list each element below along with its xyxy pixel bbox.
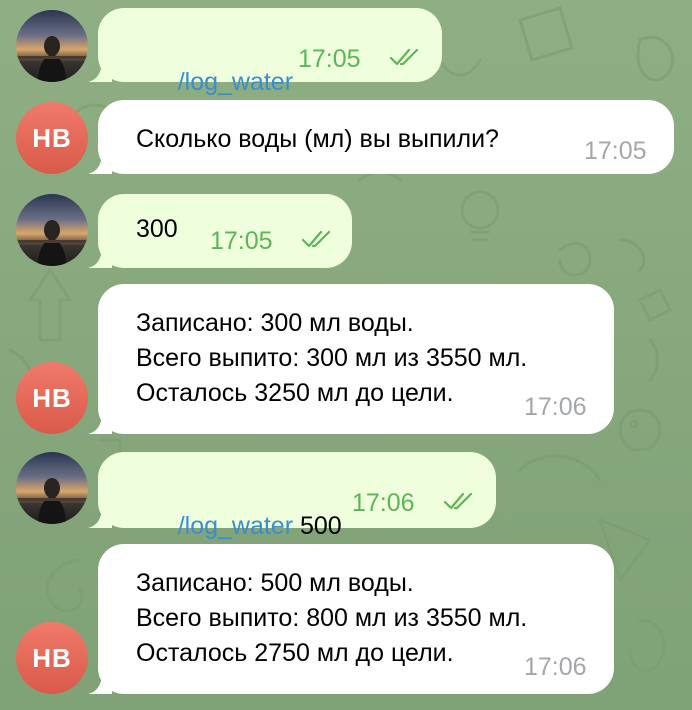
message-line: Записано: 500 мл воды.	[136, 569, 414, 597]
message-line: Осталось 3250 мл до цели.	[136, 379, 454, 407]
outgoing-message[interactable]: /log_water 17:05	[88, 8, 442, 96]
message-time: 17:06	[524, 653, 587, 681]
message-line: Всего выпито: 300 мл из 3550 мл.	[136, 344, 528, 372]
bubble-tail	[88, 412, 112, 434]
message-text: 300	[136, 215, 178, 243]
message-time: 17:06	[524, 393, 587, 421]
message-line: Записано: 300 мл воды.	[136, 309, 414, 337]
message-time: 17:05	[298, 45, 361, 73]
user-avatar[interactable]	[16, 194, 88, 266]
incoming-message[interactable]: Записано: 300 мл воды. Всего выпито: 300…	[88, 284, 614, 434]
bubble-tail	[88, 60, 112, 82]
incoming-message[interactable]: Записано: 500 мл воды. Всего выпито: 800…	[88, 544, 614, 694]
outgoing-message[interactable]: /log_water 500 17:06	[88, 452, 496, 540]
bubble-tail	[88, 246, 112, 268]
bubble-tail	[88, 152, 112, 174]
outgoing-message[interactable]: 300 17:05	[88, 194, 352, 268]
message-time: 17:05	[210, 227, 273, 255]
double-check-icon	[444, 492, 473, 510]
user-avatar[interactable]	[16, 10, 88, 82]
message-time: 17:05	[584, 137, 647, 165]
bot-avatar[interactable]: НВ	[16, 622, 88, 694]
message-line: Всего выпито: 800 мл из 3550 мл.	[136, 604, 528, 632]
message-line: Осталось 2750 мл до цели.	[136, 639, 454, 667]
message-text: Сколько воды (мл) вы выпили?	[136, 125, 499, 153]
bot-command-link[interactable]: /log_water	[178, 512, 293, 540]
incoming-message[interactable]: Сколько воды (мл) вы выпили? 17:05	[88, 100, 674, 174]
bot-command-link[interactable]: /log_water	[178, 68, 293, 96]
bubble-tail	[88, 506, 112, 528]
bubble-tail	[88, 672, 112, 694]
double-check-icon	[390, 48, 419, 66]
bot-avatar[interactable]: НВ	[16, 362, 88, 434]
user-avatar[interactable]	[16, 452, 88, 524]
message-time: 17:06	[352, 489, 415, 517]
bot-avatar[interactable]: НВ	[16, 102, 88, 174]
double-check-icon	[302, 230, 331, 248]
